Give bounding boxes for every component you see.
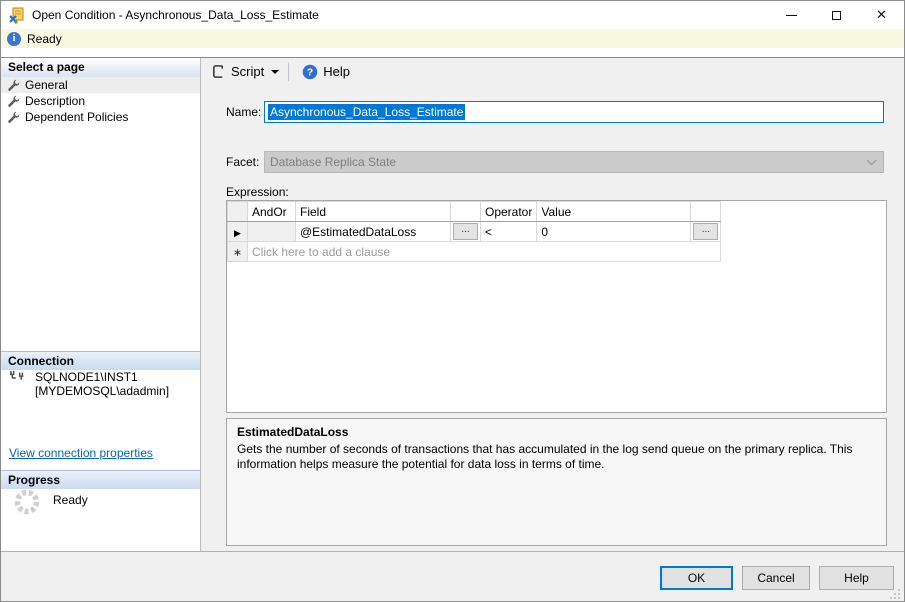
footer: OK Cancel Help <box>1 551 904 601</box>
separator-band <box>1 48 904 57</box>
row-selector[interactable]: ▶ <box>227 221 248 242</box>
current-row-arrow-icon: ▶ <box>234 227 241 238</box>
description-body: Gets the number of seconds of transactio… <box>237 442 853 471</box>
wrench-icon <box>8 95 20 107</box>
window-title: Open Condition - Asynchronous_Data_Loss_… <box>32 8 319 22</box>
status-text: Ready <box>27 31 62 46</box>
close-button[interactable]: ✕ <box>859 1 904 29</box>
wrench-icon <box>8 111 20 123</box>
toolbar: Script ? Help <box>202 58 904 85</box>
minimize-button[interactable] <box>769 1 814 29</box>
ok-button[interactable]: OK <box>660 566 733 590</box>
toolbar-separator <box>288 62 290 81</box>
expression-panel: AndOr Field Operator Value ▶ @EstimatedD… <box>226 200 887 413</box>
grid-header-selector <box>227 201 248 222</box>
wrench-icon <box>8 79 20 91</box>
grid-header-operator: Operator <box>479 201 538 222</box>
sidebar: Select a page General Description Depend… <box>1 58 201 551</box>
cell-field-ellipsis: ... <box>450 221 481 242</box>
add-clause-hint: Click here to add a clause <box>252 244 391 259</box>
open-condition-dialog: Open Condition - Asynchronous_Data_Loss_… <box>0 0 905 602</box>
table-row[interactable]: ▶ @EstimatedDataLoss ... < 0 ... <box>227 221 722 242</box>
cell-andor[interactable] <box>247 221 296 242</box>
script-label: Script <box>231 64 265 79</box>
condition-icon <box>9 7 24 24</box>
minimize-icon <box>786 14 797 16</box>
help-icon: ? <box>302 64 318 79</box>
script-button[interactable]: Script <box>206 61 284 83</box>
connection-server-line1: SQLNODE1\INST1 <box>35 370 138 384</box>
sidebar-item-dependent-policies[interactable]: Dependent Policies <box>1 109 200 125</box>
name-input[interactable]: Asynchronous_Data_Loss_Estimate <box>264 101 884 123</box>
script-icon <box>213 65 224 78</box>
cell-field[interactable]: @EstimatedDataLoss <box>295 221 451 242</box>
progress-status: Ready <box>53 493 88 507</box>
facet-value: Database Replica State <box>270 155 397 169</box>
new-clause-row[interactable]: ∗ Click here to add a clause <box>227 241 722 262</box>
expression-label: Expression: <box>226 185 289 199</box>
name-label: Name: <box>226 105 262 119</box>
info-icon: i <box>7 31 21 46</box>
connection-server: SQLNODE1\INST1 [MYDEMOSQL\adadmin] <box>35 370 169 398</box>
progress-row: Ready <box>13 488 88 516</box>
sidebar-item-label: General <box>25 78 68 92</box>
resize-grip[interactable] <box>889 588 901 600</box>
description-panel: EstimatedDataLoss Gets the number of sec… <box>226 418 887 546</box>
grid-header-value-button <box>690 201 722 222</box>
cell-operator[interactable]: < <box>479 221 538 242</box>
sidebar-item-general[interactable]: General <box>1 77 200 93</box>
new-row-selector: ∗ <box>227 241 248 262</box>
maximize-button[interactable] <box>814 1 859 29</box>
add-clause-cell[interactable]: Click here to add a clause <box>246 241 722 262</box>
connection-server-line2: [MYDEMOSQL\adadmin] <box>35 384 170 398</box>
chevron-down-icon <box>866 159 877 165</box>
progress-header: Progress <box>1 470 200 489</box>
value-ellipsis-button[interactable]: ... <box>693 223 719 240</box>
help-toolbar-button[interactable]: ? Help <box>297 61 355 83</box>
grid-header-field-button <box>450 201 481 222</box>
grid-header-row: AndOr Field Operator Value <box>227 201 722 222</box>
name-value-selected: Asynchronous_Data_Loss_Estimate <box>268 104 466 120</box>
sidebar-item-description[interactable]: Description <box>1 93 200 109</box>
expression-grid: AndOr Field Operator Value ▶ @EstimatedD… <box>227 201 722 262</box>
help-button[interactable]: Help <box>819 566 894 590</box>
cancel-button[interactable]: Cancel <box>742 566 810 590</box>
title-bar: Open Condition - Asynchronous_Data_Loss_… <box>1 1 904 29</box>
sidebar-item-label: Description <box>25 94 86 108</box>
grid-header-field: Field <box>295 201 451 222</box>
field-ellipsis-button[interactable]: ... <box>453 223 478 240</box>
connection-icon <box>10 370 24 380</box>
close-icon: ✕ <box>876 7 887 22</box>
view-connection-properties-link[interactable]: View connection properties <box>9 446 153 460</box>
grid-header-andor: AndOr <box>247 201 296 222</box>
grid-header-value: Value <box>536 201 692 222</box>
status-strip: i Ready <box>1 29 904 48</box>
cell-value[interactable]: 0 <box>536 221 692 242</box>
facet-label: Facet: <box>226 155 260 169</box>
main-panel: Script ? Help Name: Asynchronous_Data_Lo… <box>202 58 904 551</box>
new-row-icon: ∗ <box>232 246 243 259</box>
svg-text:?: ? <box>307 66 313 78</box>
chevron-down-icon <box>271 69 280 74</box>
help-label: Help <box>323 64 350 79</box>
select-a-page-header: Select a page <box>1 58 200 77</box>
sidebar-item-label: Dependent Policies <box>25 110 129 124</box>
facet-dropdown: Database Replica State <box>264 151 884 173</box>
progress-spinner-icon <box>14 489 40 515</box>
cell-value-ellipsis: ... <box>690 221 722 242</box>
maximize-icon <box>832 10 841 20</box>
description-title: EstimatedDataLoss <box>237 425 349 439</box>
